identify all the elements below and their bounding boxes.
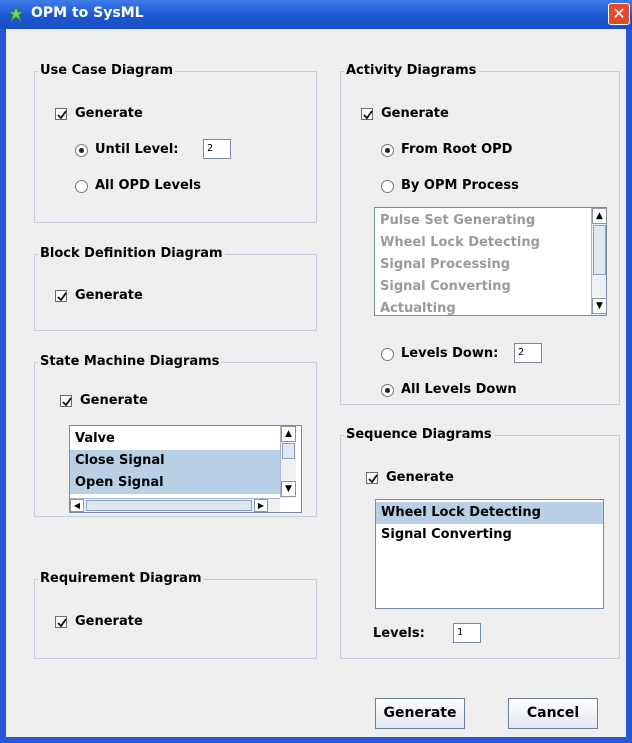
bdd-generate-label: Generate: [75, 288, 143, 303]
from-root-opd-label: From Root OPD: [401, 142, 513, 157]
requirement-group: Requirement Diagram Generate: [34, 571, 317, 659]
check-icon: [57, 618, 67, 628]
title-bar[interactable]: OPM to SysML ✕: [0, 0, 632, 29]
scroll-up-icon[interactable]: ▲: [592, 208, 606, 224]
sequence-legend: Sequence Diagrams: [344, 427, 494, 442]
scroll-thumb[interactable]: [593, 225, 606, 275]
list-item: Pulse Set Generating: [380, 213, 536, 228]
check-icon: [363, 110, 373, 120]
generate-button[interactable]: Generate: [375, 698, 465, 729]
until-level-field[interactable]: 2: [203, 139, 231, 159]
all-levels-down-radio[interactable]: [381, 384, 394, 397]
opm-logo-icon: [7, 5, 25, 23]
until-level-label: Until Level:: [95, 142, 179, 157]
check-icon: [368, 474, 378, 484]
scroll-thumb-horizontal[interactable]: [86, 500, 252, 511]
scroll-right-icon[interactable]: ▶: [254, 499, 268, 512]
opm-process-list[interactable]: Pulse Set Generating Wheel Lock Detectin…: [374, 207, 607, 316]
window-frame-bottom: [0, 737, 632, 743]
from-root-opd-radio[interactable]: [381, 144, 394, 157]
list-item[interactable]: Valve: [70, 428, 280, 450]
levels-label: Levels:: [373, 626, 425, 641]
list-item: Signal Converting: [380, 279, 511, 294]
dialog-window: OPM to SysML ✕ Use Case Diagram Generate…: [0, 0, 632, 743]
horizontal-scrollbar[interactable]: ◀ ▶: [70, 498, 280, 512]
use-case-generate-label: Generate: [75, 106, 143, 121]
vertical-scrollbar[interactable]: ▲ ▼: [591, 208, 606, 315]
dialog-content: Use Case Diagram Generate Until Level: 2…: [6, 29, 626, 737]
scroll-down-icon[interactable]: ▼: [592, 298, 606, 314]
state-machine-group: State Machine Diagrams Generate Valve Cl…: [34, 354, 317, 517]
state-machine-list[interactable]: Valve Close Signal Open Signal Brake Dur…: [69, 425, 302, 513]
scroll-up-icon[interactable]: ▲: [281, 426, 296, 442]
scroll-thumb[interactable]: [282, 443, 295, 459]
all-levels-down-label: All Levels Down: [401, 382, 517, 397]
vertical-scrollbar[interactable]: ▲ ▼: [280, 426, 296, 498]
state-machine-generate-checkbox[interactable]: [60, 395, 72, 407]
until-level-radio[interactable]: [75, 144, 88, 157]
levels-field[interactable]: 1: [453, 623, 481, 643]
list-item: Signal Processing: [380, 257, 511, 272]
list-item[interactable]: Wheel Lock Detecting: [376, 502, 603, 524]
sequence-generate-label: Generate: [386, 470, 454, 485]
state-machine-legend: State Machine Diagrams: [38, 354, 222, 369]
sequence-generate-checkbox[interactable]: [366, 472, 378, 484]
activity-generate-checkbox[interactable]: [361, 108, 373, 120]
close-icon: ✕: [612, 4, 626, 23]
close-button[interactable]: ✕: [608, 3, 630, 25]
cancel-button[interactable]: Cancel: [508, 698, 598, 729]
list-item[interactable]: Close Signal: [70, 450, 280, 472]
by-opm-process-radio[interactable]: [381, 180, 394, 193]
list-item: Actualting: [380, 301, 456, 316]
check-icon: [57, 110, 67, 120]
list-item: Wheel Lock Detecting: [380, 235, 540, 250]
window-title: OPM to SysML: [31, 5, 144, 21]
check-icon: [62, 397, 72, 407]
check-icon: [57, 292, 67, 302]
levels-down-field[interactable]: 2: [514, 343, 542, 363]
use-case-group: Use Case Diagram Generate Until Level: 2…: [34, 63, 317, 223]
state-machine-generate-label: Generate: [80, 393, 148, 408]
requirement-generate-checkbox[interactable]: [55, 616, 67, 628]
list-item[interactable]: Signal Converting: [376, 524, 603, 546]
all-opd-levels-radio[interactable]: [75, 180, 88, 193]
scroll-left-icon[interactable]: ◀: [70, 499, 84, 512]
bdd-legend: Block Definition Diagram: [38, 246, 225, 261]
levels-down-radio[interactable]: [381, 348, 394, 361]
activity-legend: Activity Diagrams: [344, 63, 479, 78]
activity-generate-label: Generate: [381, 106, 449, 121]
all-opd-levels-label: All OPD Levels: [95, 178, 201, 193]
sequence-group: Sequence Diagrams Generate Wheel Lock De…: [340, 427, 620, 659]
requirement-generate-label: Generate: [75, 614, 143, 629]
scroll-down-icon[interactable]: ▼: [281, 481, 296, 497]
by-opm-process-label: By OPM Process: [401, 178, 519, 193]
bdd-generate-checkbox[interactable]: [55, 290, 67, 302]
list-item[interactable]: Open Signal: [70, 472, 280, 494]
bdd-group: Block Definition Diagram Generate: [34, 246, 317, 331]
requirement-legend: Requirement Diagram: [38, 571, 204, 586]
use-case-generate-checkbox[interactable]: [55, 108, 67, 120]
levels-down-label: Levels Down:: [401, 346, 499, 361]
activity-group: Activity Diagrams Generate From Root OPD…: [340, 63, 620, 405]
use-case-legend: Use Case Diagram: [38, 63, 176, 78]
sequence-list[interactable]: Wheel Lock Detecting Signal Converting: [375, 499, 604, 609]
